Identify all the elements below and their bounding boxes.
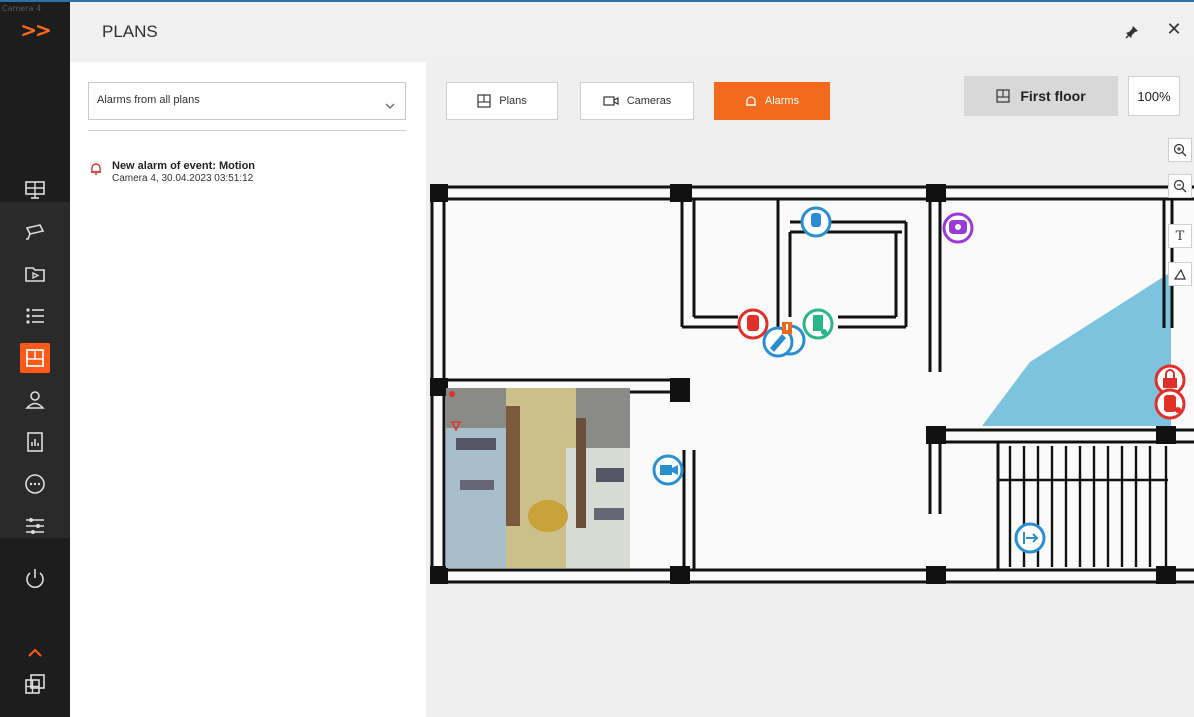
rail-item-monitoring[interactable] bbox=[0, 170, 70, 210]
alarming-camera-marker[interactable] bbox=[762, 322, 806, 358]
plan-viewport[interactable]: Plans Cameras Alarms First floor 100% T bbox=[426, 62, 1194, 717]
archive-folder-icon bbox=[20, 259, 50, 289]
alarms-button-label: Alarms bbox=[764, 95, 800, 107]
alarm-subtitle: Camera 4, 30.04.2023 03:51:12 bbox=[112, 173, 254, 184]
alarm-list-panel: Alarms from all plans New alarm of event… bbox=[70, 62, 426, 717]
dome-camera-marker[interactable] bbox=[942, 212, 974, 244]
rail-item-power[interactable] bbox=[0, 558, 70, 598]
report-icon bbox=[20, 427, 50, 457]
page-title: PLANS bbox=[102, 22, 158, 41]
power-icon bbox=[20, 563, 50, 593]
panel-header: PLANS ✕ bbox=[70, 0, 1194, 62]
camera-marker-top[interactable] bbox=[800, 206, 832, 238]
alarm-source-select[interactable]: Alarms from all plans bbox=[88, 82, 406, 120]
pin-icon[interactable] bbox=[1122, 22, 1142, 42]
zoom-out-icon[interactable] bbox=[1168, 174, 1192, 198]
zoom-level[interactable]: 100% bbox=[1128, 76, 1180, 116]
divider bbox=[88, 130, 406, 131]
camera-icon bbox=[20, 217, 50, 247]
monitor-grid-icon bbox=[20, 175, 50, 205]
plans-icon bbox=[996, 89, 1010, 103]
rail-item-cameras[interactable] bbox=[0, 212, 70, 252]
rail-item-settings[interactable] bbox=[0, 506, 70, 546]
bell-icon bbox=[90, 160, 104, 175]
user-location-icon bbox=[20, 385, 50, 415]
rail-item-events[interactable] bbox=[0, 296, 70, 336]
layouts-icon bbox=[20, 669, 50, 699]
zoom-in-icon[interactable] bbox=[1168, 138, 1192, 162]
close-icon[interactable]: ✕ bbox=[1162, 18, 1186, 42]
camera-icon bbox=[603, 96, 619, 106]
more-icon bbox=[20, 469, 50, 499]
alarms-button[interactable]: Alarms bbox=[714, 82, 830, 120]
side-rail: Camera 4 >> bbox=[0, 0, 70, 717]
door-marker[interactable] bbox=[802, 308, 834, 340]
plans-icon bbox=[20, 343, 50, 373]
alarm-sensor-marker[interactable] bbox=[737, 308, 769, 340]
alarm-source-value: Alarms from all plans bbox=[97, 94, 200, 106]
expand-rail-button[interactable]: >> bbox=[0, 4, 70, 56]
sliders-icon bbox=[20, 511, 50, 541]
sensor-alarm-marker-right[interactable] bbox=[1154, 388, 1186, 420]
text-tool-button[interactable]: T bbox=[1168, 224, 1192, 248]
camera-marker-corridor[interactable] bbox=[652, 454, 684, 486]
rail-item-users[interactable] bbox=[0, 380, 70, 420]
floor-label: First floor bbox=[1020, 88, 1086, 104]
alarm-list-item[interactable]: New alarm of event: Motion Camera 4, 30.… bbox=[90, 160, 390, 200]
plans-button-label: Plans bbox=[499, 95, 527, 107]
bell-icon bbox=[745, 95, 756, 106]
rail-item-layouts[interactable] bbox=[0, 664, 70, 704]
exit-marker[interactable] bbox=[1014, 522, 1046, 554]
alarm-title: New alarm of event: Motion bbox=[112, 160, 256, 172]
chevron-up-icon[interactable] bbox=[0, 644, 70, 662]
plans-button[interactable]: Plans bbox=[446, 82, 558, 120]
rail-item-archive[interactable] bbox=[0, 254, 70, 294]
rail-item-more[interactable] bbox=[0, 464, 70, 504]
map-markers bbox=[652, 206, 1186, 554]
chevron-down-icon bbox=[385, 95, 395, 114]
event-list-icon bbox=[20, 301, 50, 331]
rail-item-reports[interactable] bbox=[0, 422, 70, 462]
cameras-button[interactable]: Cameras bbox=[580, 82, 694, 120]
shape-tool-icon[interactable] bbox=[1168, 262, 1192, 286]
rail-item-plans[interactable] bbox=[0, 338, 70, 378]
floor-selector[interactable]: First floor bbox=[964, 76, 1118, 116]
plans-icon bbox=[477, 94, 491, 108]
cameras-button-label: Cameras bbox=[626, 95, 672, 107]
